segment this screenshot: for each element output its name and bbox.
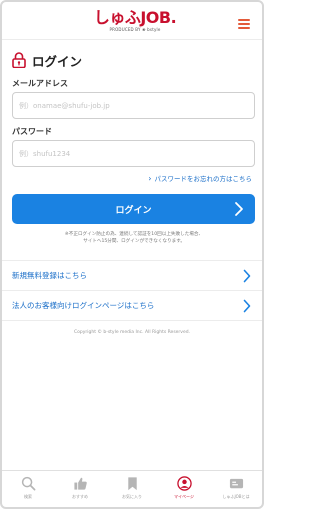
register-link[interactable]: 新規無料登録はこちら bbox=[2, 260, 262, 290]
login-button[interactable]: ログイン bbox=[12, 194, 255, 224]
tab-about[interactable]: しゅふJOBとは bbox=[210, 471, 262, 507]
login-button-label: ログイン bbox=[115, 205, 152, 216]
forgot-password-label: パスワードをお忘れの方はこちら bbox=[154, 175, 253, 183]
tab-search[interactable]: 検索 bbox=[2, 471, 54, 507]
search-icon bbox=[21, 476, 35, 491]
tab-label: お気に入り bbox=[122, 494, 142, 499]
page-title-row: ログイン bbox=[12, 50, 82, 70]
header: しゅふJOB. PRODUCED BY ❀ bstyle bbox=[2, 2, 262, 40]
chevron-right-icon bbox=[243, 269, 251, 283]
tab-label: しゅふJOBとは bbox=[222, 494, 250, 499]
login-notice: ※不正ログイン防止の為、連続して認証を10回以上失敗した場合、 サイトへ15分間… bbox=[28, 231, 240, 245]
info-card-icon bbox=[229, 478, 243, 489]
bottom-tab-bar: 検索 おすすめ お気に入り マイページ しゅふJOBとは bbox=[2, 470, 262, 507]
chevron-right-icon bbox=[243, 299, 251, 313]
tab-label: おすすめ bbox=[72, 494, 88, 499]
hamburger-menu-icon[interactable] bbox=[238, 19, 250, 29]
notice-line-1: ※不正ログイン防止の為、連続して認証を10回以上失敗した場合、 bbox=[64, 232, 204, 237]
notice-line-2: サイトへ15分間、ログインができなくなります。 bbox=[83, 239, 185, 244]
page-title: ログイン bbox=[32, 53, 83, 69]
forgot-password-link[interactable]: › パスワードをお忘れの方はこちら bbox=[148, 173, 253, 184]
divider bbox=[2, 320, 262, 321]
tab-favorites[interactable]: お気に入り bbox=[106, 471, 158, 507]
register-link-label: 新規無料登録はこちら bbox=[12, 271, 87, 280]
email-field[interactable] bbox=[12, 92, 255, 119]
copyright: Copyright © b-style media Inc. All Right… bbox=[73, 330, 191, 335]
logo[interactable]: しゅふJOB. PRODUCED BY ❀ bstyle bbox=[93, 10, 177, 34]
corporate-login-link[interactable]: 法人のお客様向けログインページはこちら bbox=[2, 290, 262, 320]
email-label: メールアドレス bbox=[12, 79, 68, 88]
chevron-right-icon: › bbox=[148, 173, 152, 183]
password-field[interactable] bbox=[12, 140, 255, 167]
chevron-right-icon bbox=[235, 202, 243, 216]
corporate-login-label: 法人のお客様向けログインページはこちら bbox=[12, 301, 155, 310]
tab-mypage[interactable]: マイページ bbox=[158, 471, 210, 507]
tab-label: 検索 bbox=[24, 494, 32, 499]
logo-text: しゅふJOB. bbox=[93, 8, 177, 27]
bookmark-icon bbox=[127, 477, 137, 491]
logo-subtitle: PRODUCED BY ❀ bstyle bbox=[109, 27, 161, 32]
password-label: パスワード bbox=[12, 127, 52, 136]
tab-label: マイページ bbox=[174, 494, 194, 499]
lock-icon bbox=[12, 52, 26, 68]
user-icon bbox=[176, 476, 192, 491]
thumbs-up-icon bbox=[73, 477, 87, 490]
tab-recommended[interactable]: おすすめ bbox=[54, 471, 106, 507]
app-frame: しゅふJOB. PRODUCED BY ❀ bstyle ログイン メールアドレ… bbox=[0, 0, 264, 509]
